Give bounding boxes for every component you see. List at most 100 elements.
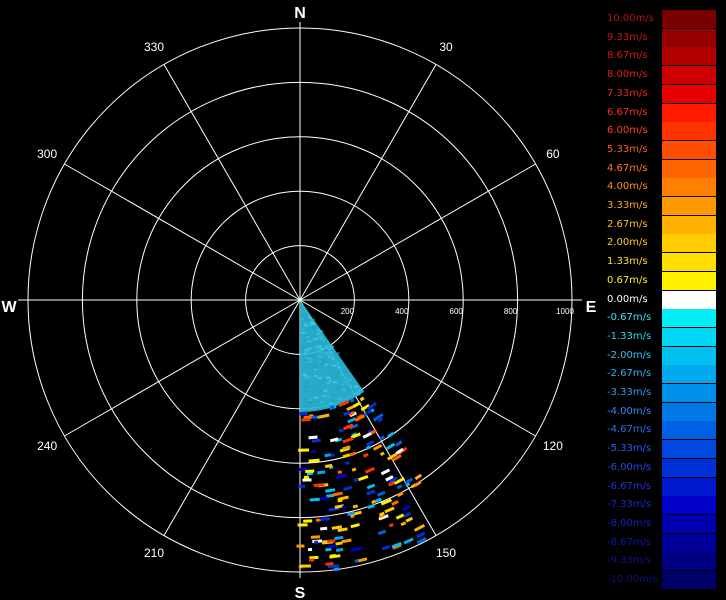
legend-label: 3.33m/s (607, 200, 648, 211)
radar-return-cell (298, 412, 308, 416)
near-field-speckle (319, 404, 324, 407)
legend-label: -4.00m/s (607, 405, 652, 417)
bearing-spoke (299, 64, 437, 301)
radar-return-cell (342, 436, 354, 444)
radar-return-cell (343, 423, 354, 431)
legend-label: 1.33m/s (607, 256, 648, 268)
legend-label: -6.00m/s (607, 461, 652, 473)
radar-return-cell (301, 417, 311, 422)
radar-return-cell (386, 431, 395, 439)
near-field-speckle (303, 385, 309, 388)
radar-return-cell (317, 470, 326, 475)
radar-return-cell (341, 538, 352, 544)
near-field-speckle (332, 381, 338, 384)
radar-return-cell (352, 401, 362, 408)
radar-returns (296, 300, 427, 572)
near-field-speckle (335, 352, 340, 355)
radar-return-cell (379, 451, 385, 457)
near-field-speckle (304, 317, 307, 320)
radar-return-cell (395, 513, 405, 520)
radar-return-cell (395, 440, 403, 447)
near-field-speckle (307, 354, 312, 357)
near-field-speckle (316, 387, 322, 390)
near-field-speckle (329, 379, 332, 382)
legend-label: -1.33m/s (607, 330, 652, 342)
radar-return-cell (357, 474, 369, 482)
legend-label: 6.00m/s (607, 125, 648, 137)
legend-label: -6.67m/s (607, 480, 652, 492)
radar-return-cell (318, 413, 330, 419)
range-label: 200 (341, 307, 355, 316)
legend-label: -2.67m/s (607, 368, 652, 380)
range-label: 800 (504, 307, 518, 316)
radar-return-cell (334, 567, 340, 572)
range-label: 1000 (556, 307, 574, 316)
radar-return-cell (298, 448, 310, 452)
near-field-speckle (336, 386, 341, 389)
near-field-speckle (318, 336, 323, 339)
compass-label-east: E (586, 299, 597, 316)
radar-return-cell (314, 540, 319, 544)
range-label: 400 (395, 307, 409, 316)
compass-label-south: S (295, 585, 306, 600)
near-field-speckle (317, 377, 323, 380)
radar-return-cell (402, 504, 411, 512)
near-field-speckle (329, 345, 335, 348)
radar-return-cell (384, 506, 395, 514)
near-field-speckle (316, 361, 321, 364)
radar-return-cell (343, 485, 353, 491)
radar-return-cell (396, 484, 403, 490)
near-field-speckle (315, 381, 318, 384)
near-field-speckle (337, 366, 341, 369)
radar-return-cell (320, 496, 328, 501)
legend-label: 0.67m/s (607, 274, 648, 286)
radar-return-cell (308, 547, 313, 552)
radar-return-cell (335, 547, 344, 552)
radar-return-cell (324, 453, 331, 458)
legend-label: 7.33m/s (607, 87, 648, 99)
radar-return-cell (350, 546, 363, 552)
near-field-speckle (323, 389, 328, 392)
near-field-speckle (307, 363, 311, 366)
near-field-speckle (349, 385, 353, 388)
radar-return-cell (327, 544, 337, 549)
near-field-speckle (354, 385, 359, 388)
legend-label: 6.67m/s (607, 106, 648, 118)
near-field-speckle (333, 366, 338, 369)
radar-return-cell (330, 453, 335, 458)
near-field-speckle (311, 327, 316, 330)
near-field-speckle (306, 327, 309, 330)
near-field-speckle (304, 352, 307, 355)
radar-return-cell (302, 478, 312, 482)
bearing-label: 150 (436, 546, 456, 560)
legend-label: -8.67m/s (607, 536, 652, 548)
radar-return-cell (367, 503, 375, 509)
legend-label: -0.67m/s (607, 312, 652, 324)
radar-return-cell (296, 544, 305, 548)
near-field-speckle (320, 400, 325, 403)
radar-return-cell (349, 451, 357, 457)
near-field-speckle (331, 357, 335, 360)
legend-label: 9.33m/s (607, 31, 648, 43)
near-field-speckle (310, 322, 316, 325)
near-field-speckle (313, 338, 319, 341)
radar-return-cell (327, 539, 336, 544)
near-field-speckle (343, 380, 346, 383)
near-field-speckle (347, 388, 351, 391)
bearing-spoke (64, 163, 301, 301)
near-field-speckle (301, 317, 305, 320)
radar-return-cell (362, 432, 372, 439)
near-field-speckle (325, 379, 328, 382)
near-field-speckle (303, 324, 309, 327)
legend-label: -7.33m/s (607, 499, 652, 511)
radar-return-cell (357, 557, 368, 563)
bearing-spoke (163, 299, 301, 536)
radar-return-cell (359, 396, 365, 402)
radar-return-cell (396, 491, 404, 498)
bearing-label: 120 (543, 439, 563, 453)
legend-label: -3.33m/s (607, 387, 652, 398)
radar-return-cell (303, 519, 313, 523)
radar-return-cell (413, 523, 426, 532)
legend-label: -8.00m/s (607, 517, 652, 529)
near-field-speckle (318, 382, 322, 385)
